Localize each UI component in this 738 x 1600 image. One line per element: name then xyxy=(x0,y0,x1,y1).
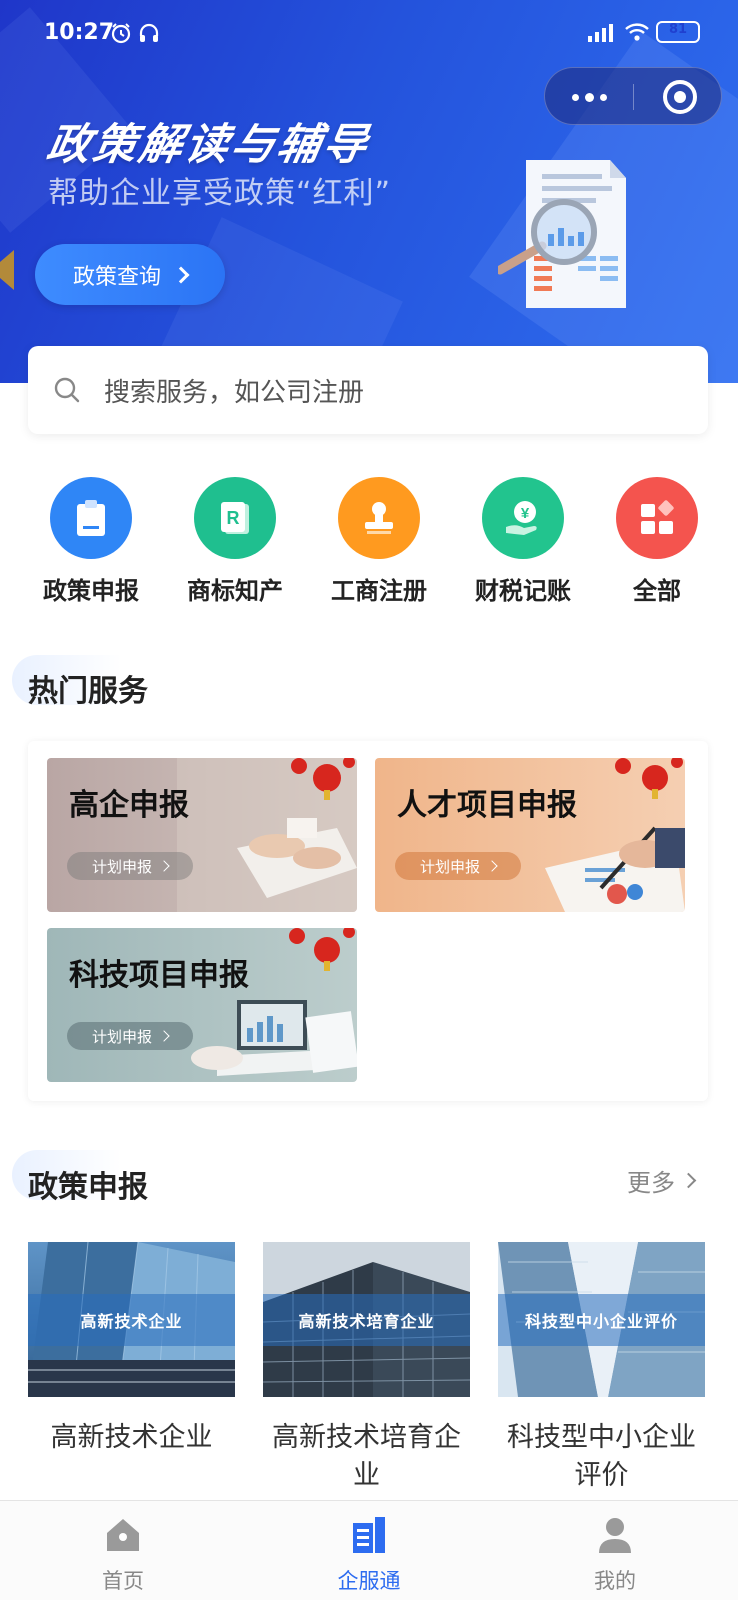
tab-label: 首页 xyxy=(102,1569,144,1593)
chevron-right-icon xyxy=(680,1172,697,1189)
policy-name: 高新技术培育企业 xyxy=(272,1422,461,1491)
hero-banner: 10:27 81 政策解读与辅导 帮助企业享受政策“红利” 政策查询 xyxy=(0,0,738,383)
clipboard-icon xyxy=(77,500,105,536)
bottom-tab-bar: 首页 企服通 我的 xyxy=(0,1500,738,1600)
home-icon xyxy=(107,1519,139,1551)
policy-name: 高新技术企业 xyxy=(50,1422,213,1453)
shortcut-label: 政策申报 xyxy=(43,577,139,605)
building-photo: 高新技术培育企业 xyxy=(263,1242,470,1397)
close-target-icon[interactable] xyxy=(663,80,697,114)
search-bar[interactable]: 搜索服务，如公司注册 xyxy=(28,346,708,434)
policy-name: 科技型中小企业评价 xyxy=(507,1422,696,1491)
document-magnifier-icon xyxy=(498,160,626,308)
status-bar: 10:27 81 xyxy=(0,0,738,64)
svg-text:¥: ¥ xyxy=(521,505,530,522)
alarm-icon xyxy=(111,23,131,44)
shortcut-label: 财税记账 xyxy=(475,577,571,605)
plan-apply-label: 计划申报 xyxy=(91,1027,152,1046)
search-icon xyxy=(54,377,80,403)
shortcut-trademark[interactable]: R 商标知产 xyxy=(170,477,300,607)
more-dots-icon[interactable] xyxy=(545,68,633,126)
banner-subtitle: 帮助企业享受政策“红利” xyxy=(48,176,392,211)
plan-apply-button[interactable]: 计划申报 xyxy=(395,852,521,880)
shortcut-label: 工商注册 xyxy=(331,577,427,605)
shortcut-circle: R xyxy=(194,477,276,559)
tab-mine[interactable]: 我的 xyxy=(492,1501,738,1600)
battery-level: 81 xyxy=(668,22,688,37)
stamp-icon xyxy=(365,502,393,534)
shortcut-label: 全部 xyxy=(633,577,681,605)
battery-icon: 81 xyxy=(656,21,700,43)
hot-card-title: 科技项目申报 xyxy=(69,958,249,993)
shortcut-circle xyxy=(338,477,420,559)
policy-card-sme-evaluation[interactable]: 科技型中小企业评价 科技型中小企业评价 xyxy=(498,1242,705,1495)
svg-text:R: R xyxy=(227,508,240,528)
more-link[interactable]: 更多 xyxy=(627,1163,697,1198)
hot-card-talent[interactable]: 人才项目申报 计划申报 xyxy=(375,758,685,912)
tab-enterprise-service[interactable]: 企服通 xyxy=(246,1501,492,1600)
policy-banner-text: 科技型中小企业评价 xyxy=(498,1294,705,1346)
chevron-right-icon xyxy=(158,860,170,872)
plan-apply-button[interactable]: 计划申报 xyxy=(67,1022,193,1050)
plan-apply-label: 计划申报 xyxy=(419,857,480,876)
grid-icon xyxy=(641,500,674,534)
search-placeholder: 搜索服务，如公司注册 xyxy=(104,378,365,408)
tab-home[interactable]: 首页 xyxy=(0,1501,246,1600)
hot-card-title: 人才项目申报 xyxy=(397,788,577,823)
yen-hand-icon: ¥ xyxy=(506,501,537,535)
hot-services-title: 热门服务 xyxy=(28,674,148,709)
trademark-icon: R xyxy=(221,502,249,534)
shortcut-label: 商标知产 xyxy=(187,577,283,605)
shortcut-circle xyxy=(616,477,698,559)
handshake-photo-icon xyxy=(177,758,357,912)
shortcut-circle xyxy=(50,477,132,559)
hot-services-panel: 高企申报 计划申报 人才项目申报 计划申报 科技项目申报 计划申报 xyxy=(28,741,708,1101)
status-time: 10:27 xyxy=(44,20,115,45)
signal-icon xyxy=(588,24,613,42)
chevron-right-icon xyxy=(158,1030,170,1042)
building-photo: 科技型中小企业评价 xyxy=(498,1242,705,1397)
policy-card-hightech-cultivate[interactable]: 高新技术培育企业 高新技术培育企业 xyxy=(263,1242,470,1495)
decor-edge xyxy=(0,250,14,290)
shortcut-policy-apply[interactable]: 政策申报 xyxy=(26,477,156,607)
wifi-icon xyxy=(625,23,649,41)
shortcut-finance-tax[interactable]: ¥ 财税记账 xyxy=(458,477,588,607)
policy-banner-text: 高新技术培育企业 xyxy=(263,1294,470,1346)
tab-label: 企服通 xyxy=(337,1569,401,1593)
building-icon xyxy=(353,1517,385,1553)
capsule-divider xyxy=(633,84,634,110)
shortcut-circle: ¥ xyxy=(482,477,564,559)
more-label: 更多 xyxy=(627,1169,675,1197)
headphones-icon xyxy=(139,23,159,42)
policy-query-button[interactable]: 政策查询 xyxy=(35,244,225,305)
policy-query-label: 政策查询 xyxy=(72,264,161,290)
shortcut-all[interactable]: 全部 xyxy=(592,477,722,607)
shortcut-business-register[interactable]: 工商注册 xyxy=(314,477,444,607)
building-photo: 高新技术企业 xyxy=(28,1242,235,1397)
chevron-right-icon xyxy=(486,860,498,872)
policy-card-hightech[interactable]: 高新技术企业 高新技术企业 xyxy=(28,1242,235,1457)
hot-card-title: 高企申报 xyxy=(69,788,189,823)
policy-section-title: 政策申报 xyxy=(28,1170,148,1205)
user-icon xyxy=(599,1518,631,1553)
hot-card-gaoqi[interactable]: 高企申报 计划申报 xyxy=(47,758,357,912)
plan-apply-button[interactable]: 计划申报 xyxy=(67,852,193,880)
plan-apply-label: 计划申报 xyxy=(91,857,152,876)
banner-title: 政策解读与辅导 xyxy=(42,120,374,170)
chevron-right-icon xyxy=(172,266,190,283)
tab-label: 我的 xyxy=(594,1569,636,1593)
policy-banner-text: 高新技术企业 xyxy=(28,1294,235,1346)
miniprogram-capsule xyxy=(544,67,722,125)
hot-card-tech[interactable]: 科技项目申报 计划申报 xyxy=(47,928,357,1082)
